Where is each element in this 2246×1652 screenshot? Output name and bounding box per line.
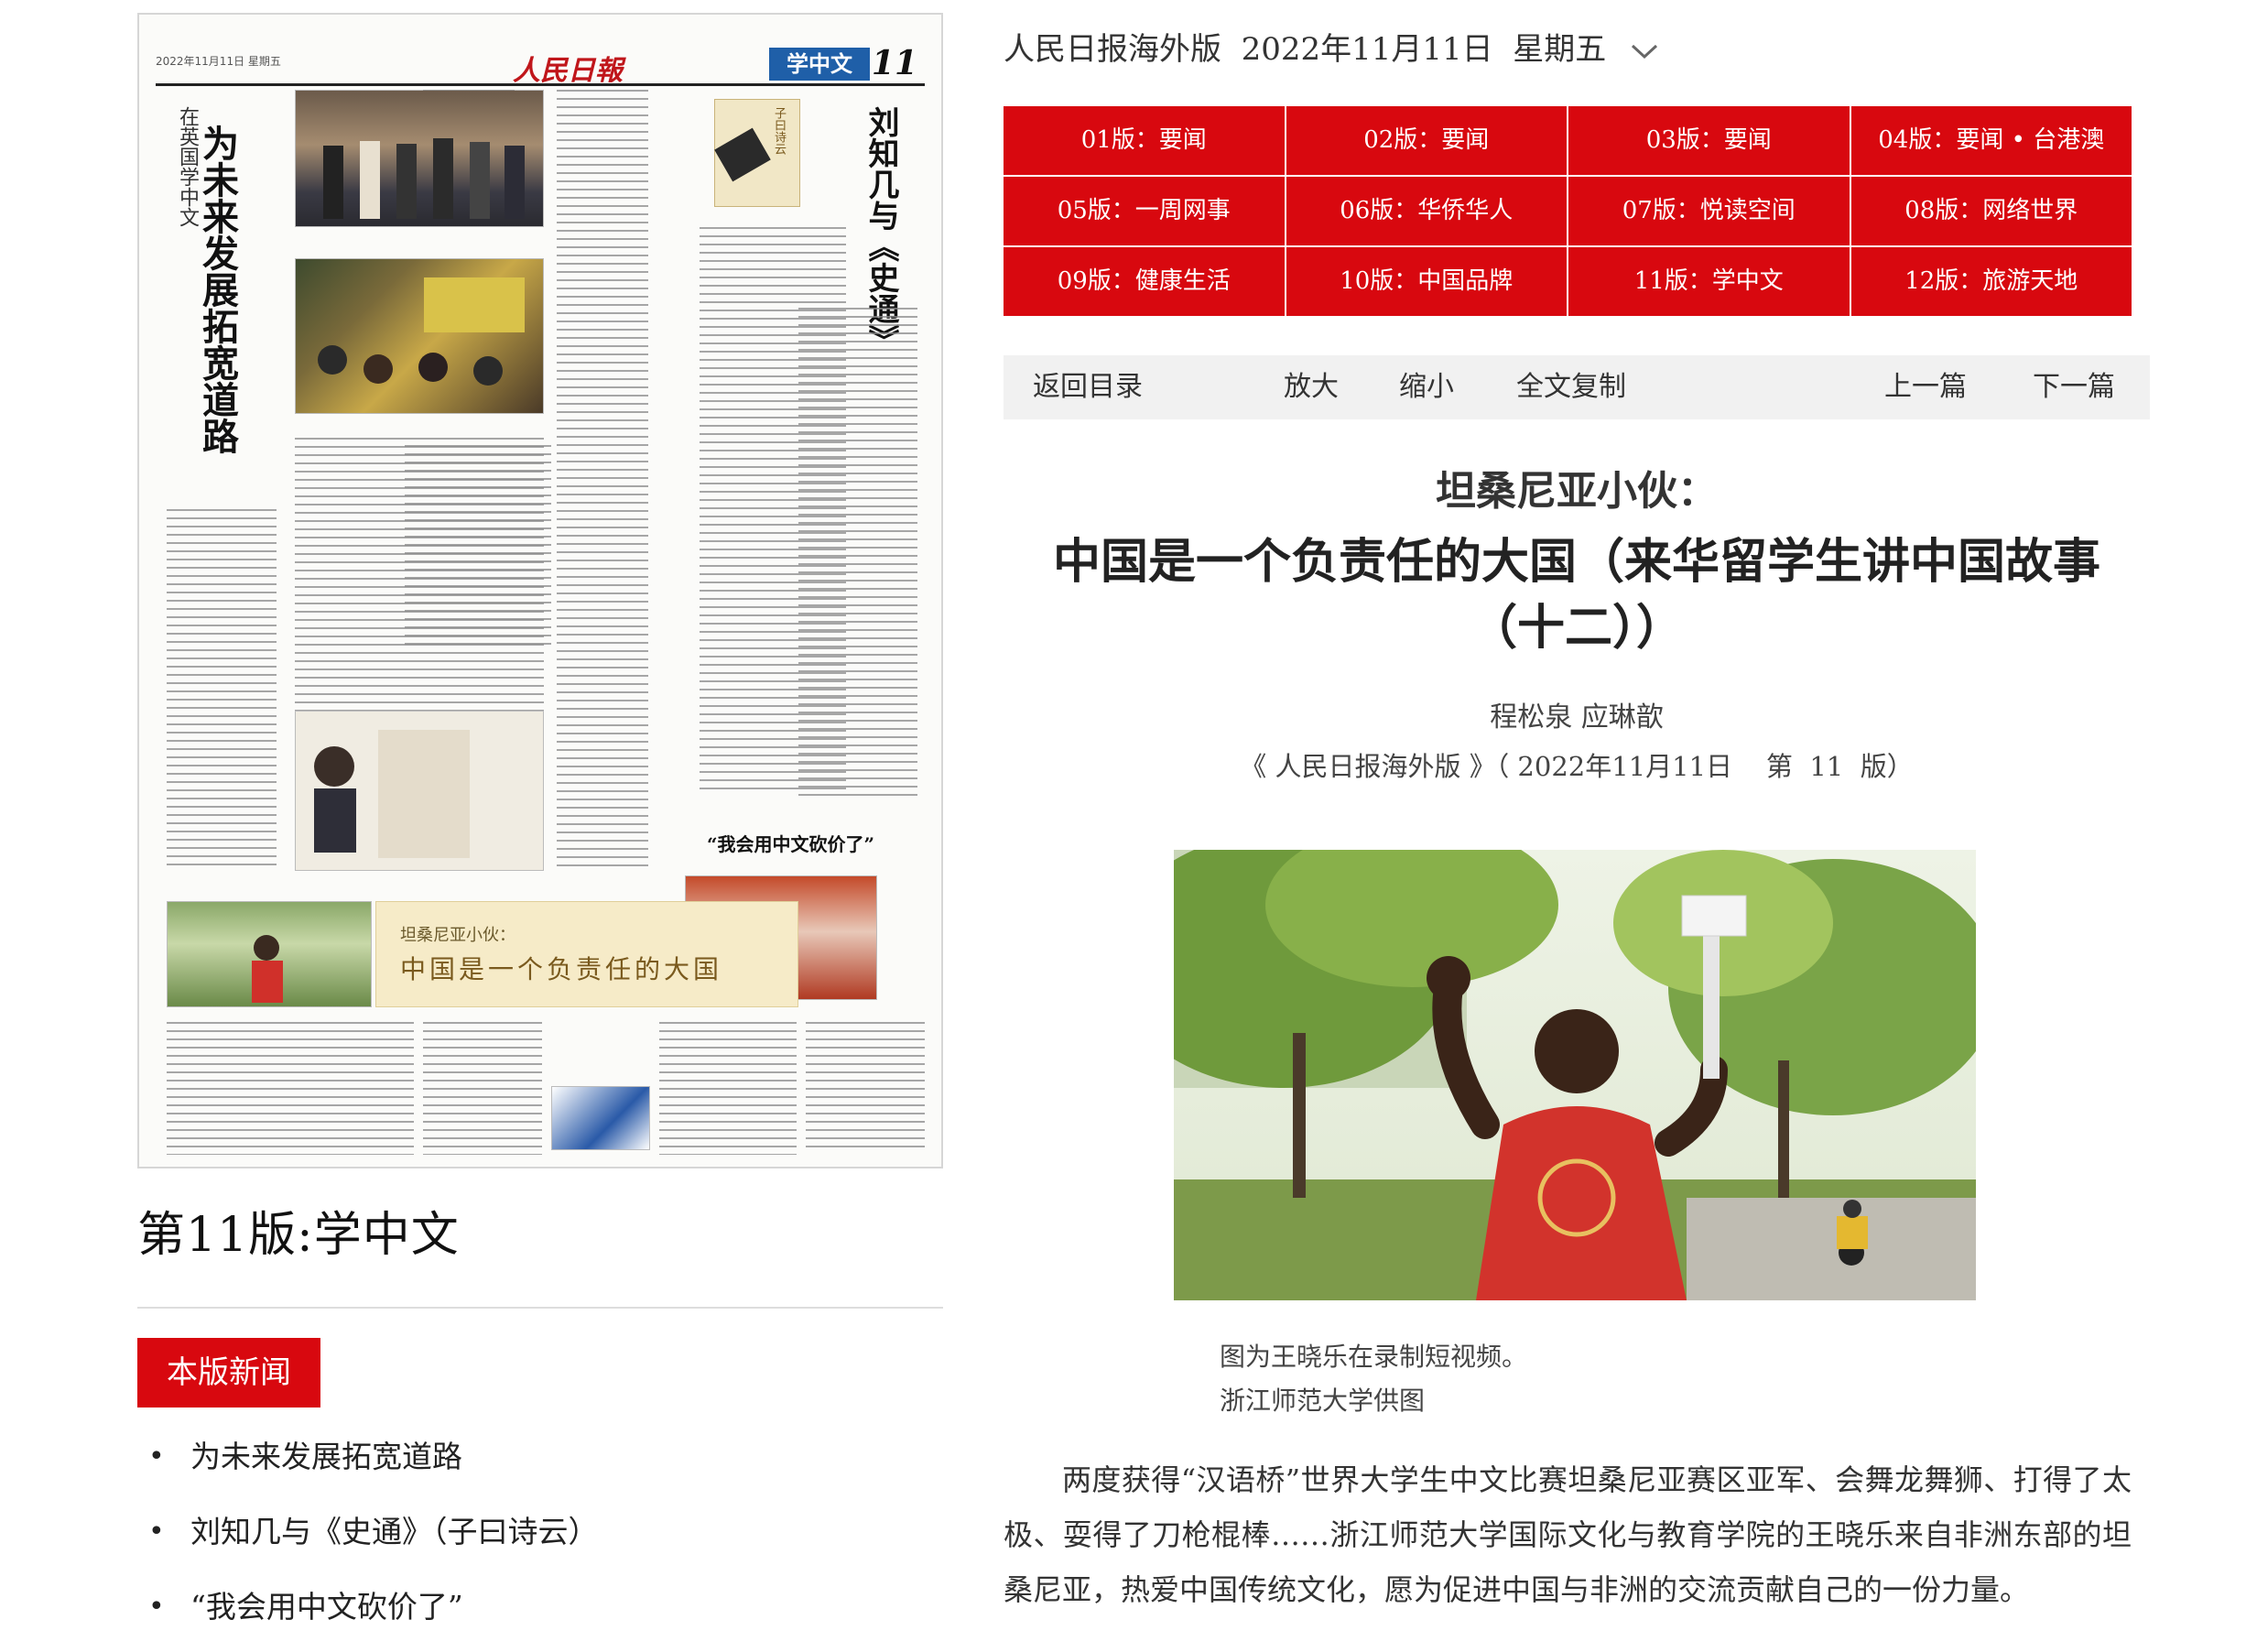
date-selector-label: 人民日报海外版 2022年11月11日 星期五 (1004, 31, 1607, 68)
handwriting-photo (314, 730, 470, 858)
edition-link-05[interactable]: 05版：一周网事 (1004, 177, 1285, 245)
banner-photo (167, 901, 372, 1007)
bullet-icon: • (148, 1591, 165, 1623)
edition-link-09[interactable]: 09版：健康生活 (1004, 247, 1285, 316)
zoom-out-button[interactable]: 缩小 (1399, 355, 1454, 419)
article-title: 中国是一个负责任的大国（来华留学生讲中国故事（十二）） (1052, 535, 2100, 656)
newspaper-section-label: 学中文 (769, 48, 870, 81)
news-item[interactable]: • “我会用中文砍价了” (137, 1585, 943, 1652)
seal-shape (714, 127, 771, 182)
news-item-link[interactable]: 刘知几与《史通》（子曰诗云） (190, 1510, 599, 1554)
article-authors: 程松泉 应琳歆 (1490, 701, 1664, 734)
newspaper-page-thumbnail[interactable]: 2022年11月11日 星期五 人民日報 学中文 11 在英国学中文 为未来发展… (137, 13, 943, 1168)
article-toolbar: 返回目录 放大 缩小 全文复制 上一篇 下一篇 (1004, 355, 2150, 419)
newspaper-logo: 人民日報 (513, 55, 623, 87)
divider (137, 1307, 943, 1309)
news-item-link[interactable]: “我会用中文砍价了” (190, 1585, 463, 1629)
group-photo-figures (323, 138, 525, 219)
date-selector[interactable]: 人民日报海外版 2022年11月11日 星期五 (1004, 24, 1660, 70)
story1-photo-1 (295, 90, 544, 227)
photo-caption: 图为王晓乐在录制短视频。 浙江师范大学供图 (1220, 1335, 1527, 1423)
left-column: 2022年11月11日 星期五 人民日報 学中文 11 在英国学中文 为未来发展… (137, 13, 943, 1652)
story2-text-block-2 (798, 308, 917, 802)
newspaper-date-line: 2022年11月11日 星期五 (156, 55, 281, 68)
news-item[interactable]: • 刘知几与《史通》（子曰诗云） (137, 1510, 943, 1585)
caption-line-2: 浙江师范大学供图 (1220, 1386, 1426, 1416)
story1-text-block-4 (557, 90, 648, 868)
next-article-button[interactable]: 下一篇 (2033, 355, 2115, 419)
section-news-tag: 本版新闻 (137, 1338, 320, 1407)
news-item-link[interactable]: 为未来发展拓宽道路 (190, 1435, 462, 1479)
bottom-text-block-2 (423, 1022, 542, 1155)
news-item[interactable]: • 为未来发展拓宽道路 (137, 1435, 943, 1510)
edition-link-08[interactable]: 08版：网络世界 (1850, 177, 2132, 245)
classroom-photo-figures (318, 277, 525, 386)
caption-line-1: 图为王晓乐在录制短视频。 (1220, 1342, 1528, 1372)
bullet-icon: • (148, 1440, 165, 1473)
prev-article-button[interactable]: 上一篇 (1884, 355, 1967, 419)
newspaper-page-number: 11 (871, 44, 917, 82)
bottom-text-block-3 (659, 1022, 797, 1155)
edition-link-03[interactable]: 03版：要闻 (1568, 106, 1850, 175)
story1-text-block-2 (167, 509, 277, 866)
banner-title: 中国是一个负责任的大国 (400, 954, 723, 984)
edition-grid: 01版：要闻 02版：要闻 03版：要闻 04版：要闻 • 台港澳 05版：一周… (1004, 106, 2132, 316)
edition-link-04[interactable]: 04版：要闻 • 台港澳 (1850, 106, 2132, 175)
article-body-paragraph: 两度获得“汉语桥”世界大学生中文比赛坦桑尼亚赛区亚军、会舞龙舞狮、打得了太极、耍… (1004, 1462, 2132, 1607)
article-source: 《 人民日报海外版 》（ 2022年11月11日 第 11 版） (1240, 751, 1914, 782)
back-to-index-button[interactable]: 返回目录 (1033, 355, 1143, 419)
banner-headline-box: 坦桑尼亚小伙： 中国是一个负责任的大国 (375, 901, 798, 1007)
edition-link-06[interactable]: 06版：华侨华人 (1286, 177, 1567, 245)
edition-link-11[interactable]: 11版：学中文 (1568, 247, 1850, 316)
vlogger-photo (1174, 850, 1976, 1300)
edition-link-12[interactable]: 12版：旅游天地 (1850, 247, 2132, 316)
chevron-down-icon[interactable] (1629, 33, 1660, 70)
copy-all-button[interactable]: 全文复制 (1516, 355, 1626, 419)
poetry-card: 子曰诗云 (714, 99, 800, 207)
story3-headline: “我会用中文砍价了” (707, 833, 875, 855)
edition-link-10[interactable]: 10版：中国品牌 (1286, 247, 1567, 316)
article-photo (1174, 850, 1976, 1300)
poetry-card-label: 子曰诗云 (772, 107, 786, 155)
newspaper-masthead: 2022年11月11日 星期五 人民日報 学中文 11 (156, 44, 925, 87)
zoom-in-button[interactable]: 放大 (1284, 355, 1339, 419)
story1-photo-3 (295, 711, 544, 871)
banner-figure (252, 935, 283, 1003)
banner-subtitle: 坦桑尼亚小伙： (400, 926, 515, 945)
news-list: • 为未来发展拓宽道路 • 刘知几与《史通》（子曰诗云） • “我会用中文砍价了” (137, 1435, 943, 1652)
story1-photo-2 (295, 258, 544, 414)
edition-link-01[interactable]: 01版：要闻 (1004, 106, 1285, 175)
story1-text-block-5 (405, 445, 551, 647)
edition-link-07[interactable]: 07版：悦读空间 (1568, 177, 1850, 245)
bottom-logo-photo (551, 1086, 650, 1150)
story1-text-block-3 (423, 90, 515, 91)
story3-text-block (806, 1022, 925, 1150)
story1-headline: 为未来发展拓宽道路 (196, 125, 239, 454)
edition-label: 第11版:学中文 (137, 1208, 460, 1263)
edition-link-02[interactable]: 02版：要闻 (1286, 106, 1567, 175)
bottom-text-block-1 (167, 1022, 414, 1155)
article-pretitle: 坦桑尼亚小伙： (1436, 468, 1718, 515)
bullet-icon: • (148, 1516, 165, 1548)
